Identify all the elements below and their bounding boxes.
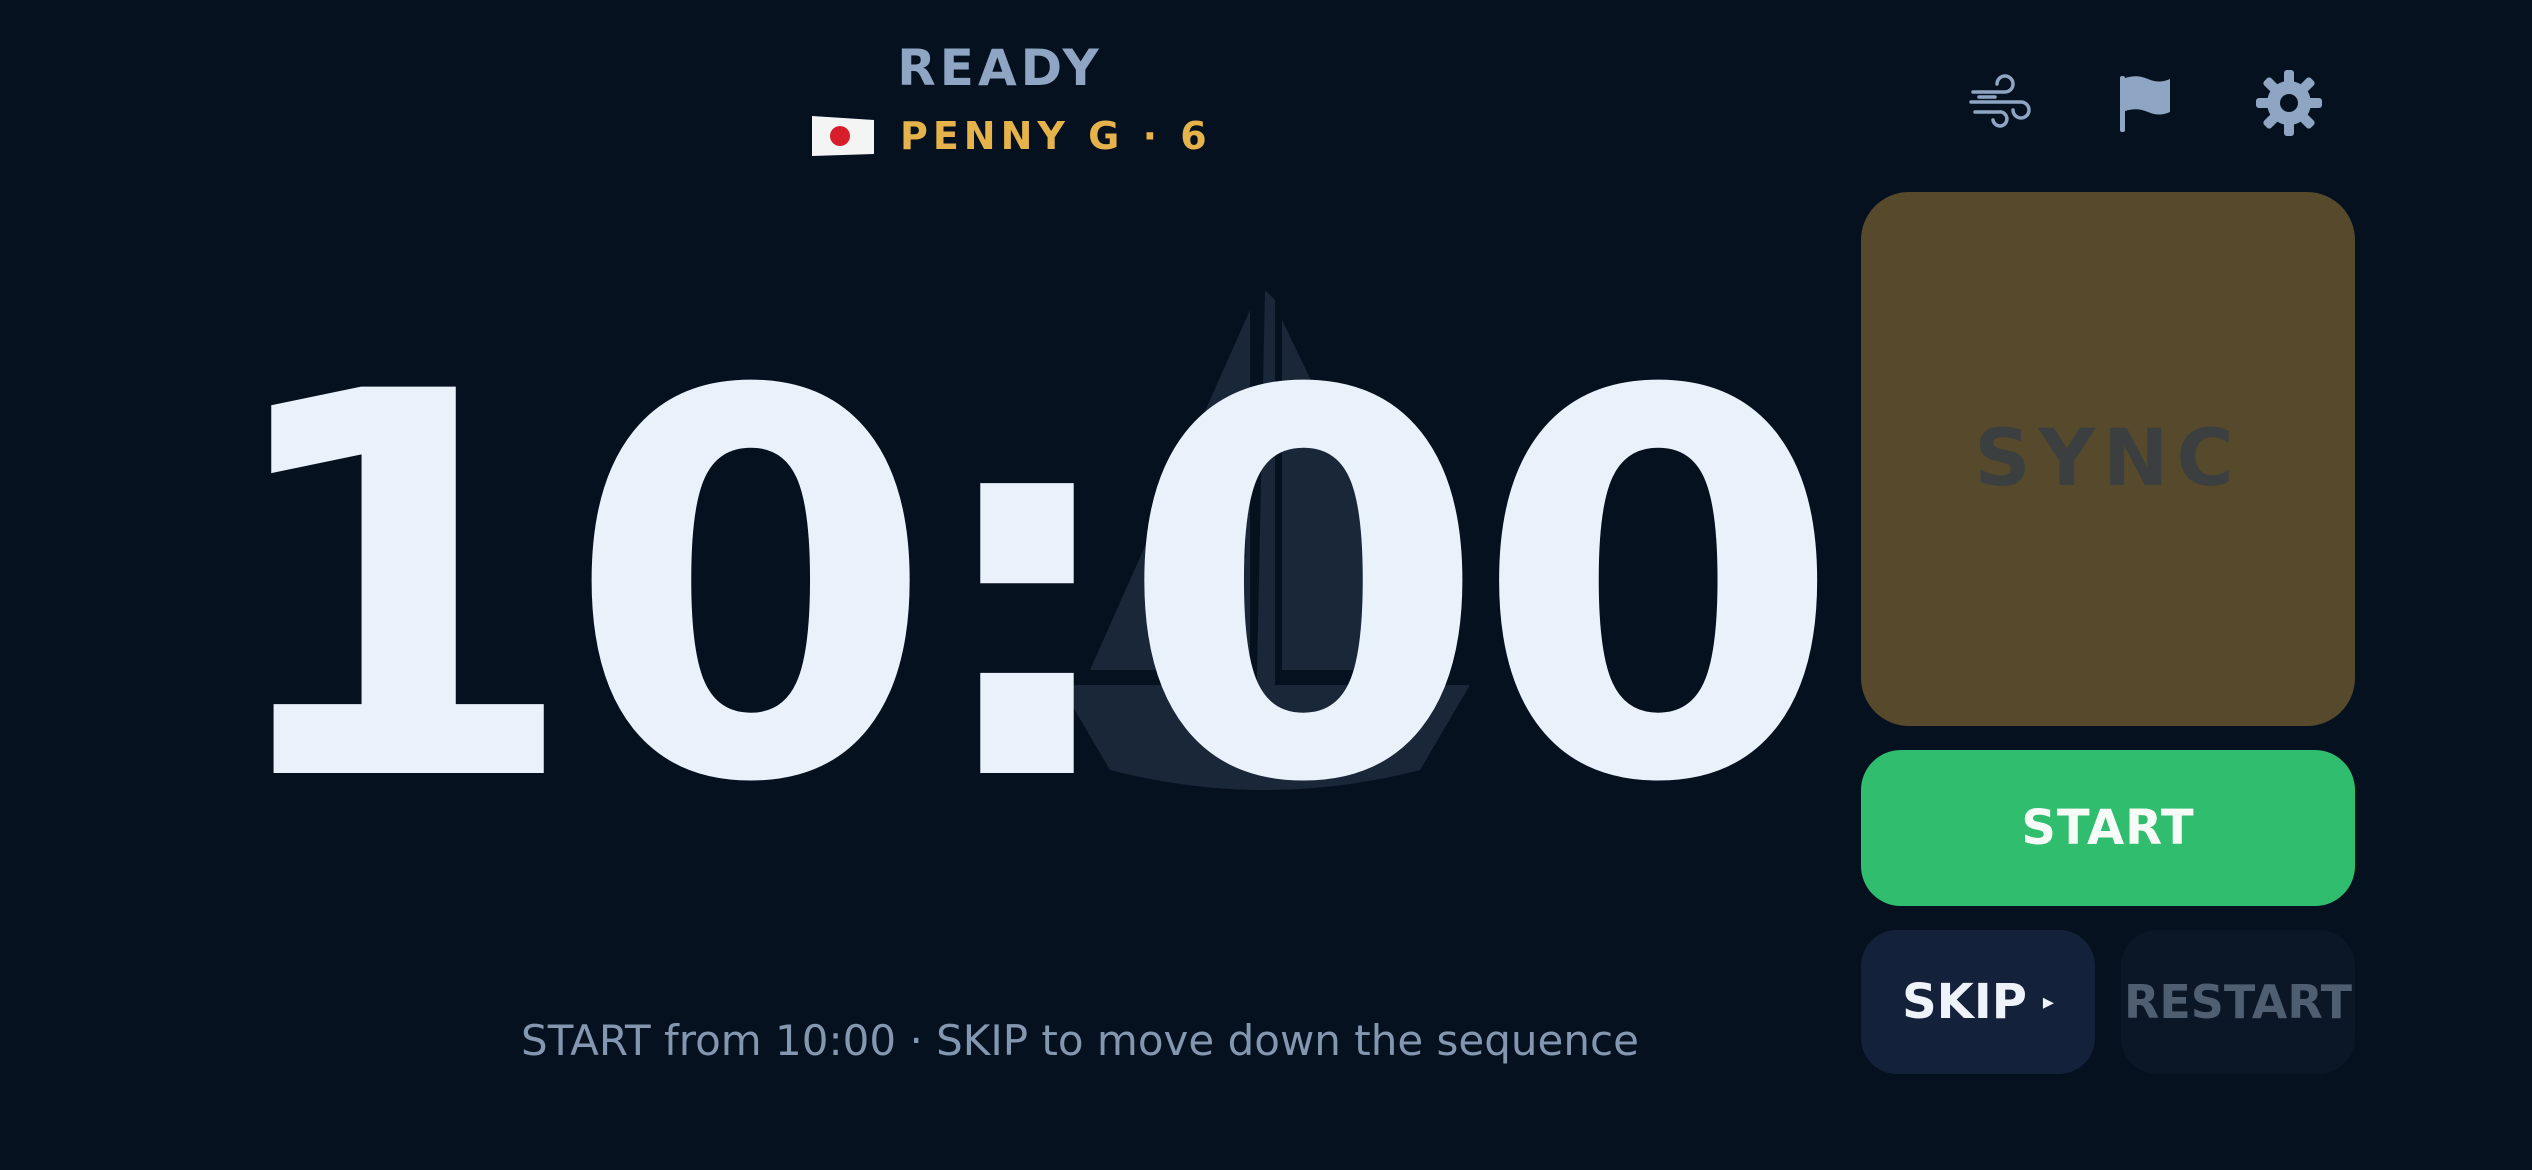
sync-label: SYNC	[1974, 414, 2242, 504]
restart-button[interactable]: RESTART	[2121, 930, 2355, 1074]
race-timer-screen: READY PENNY G · 6 10:00 START from 10:00…	[0, 0, 2532, 1170]
start-label: START	[2021, 800, 2195, 856]
settings-button[interactable]	[2254, 68, 2324, 138]
play-arrow-icon: ▸	[2042, 989, 2054, 1015]
flag-icon	[2120, 76, 2170, 132]
wind-button[interactable]	[1965, 68, 2035, 138]
japan-flag-icon	[812, 116, 874, 156]
gear-icon	[2256, 70, 2322, 136]
class-indicator: PENNY G · 6	[810, 108, 1212, 164]
skip-button[interactable]: SKIP ▸	[1861, 930, 2095, 1074]
restart-label: RESTART	[2123, 975, 2353, 1029]
class-label: PENNY G · 6	[900, 114, 1212, 158]
hint-text: START from 10:00 · SKIP to move down the…	[521, 1016, 1639, 1065]
flag-button[interactable]	[2110, 68, 2180, 138]
skip-label: SKIP	[1902, 974, 2027, 1030]
countdown-timer: 10:00	[211, 281, 1842, 898]
wind-icon	[1969, 74, 2031, 128]
sync-button[interactable]: SYNC	[1861, 192, 2355, 726]
start-button[interactable]: START	[1861, 750, 2355, 906]
status-title: READY	[897, 39, 1103, 97]
